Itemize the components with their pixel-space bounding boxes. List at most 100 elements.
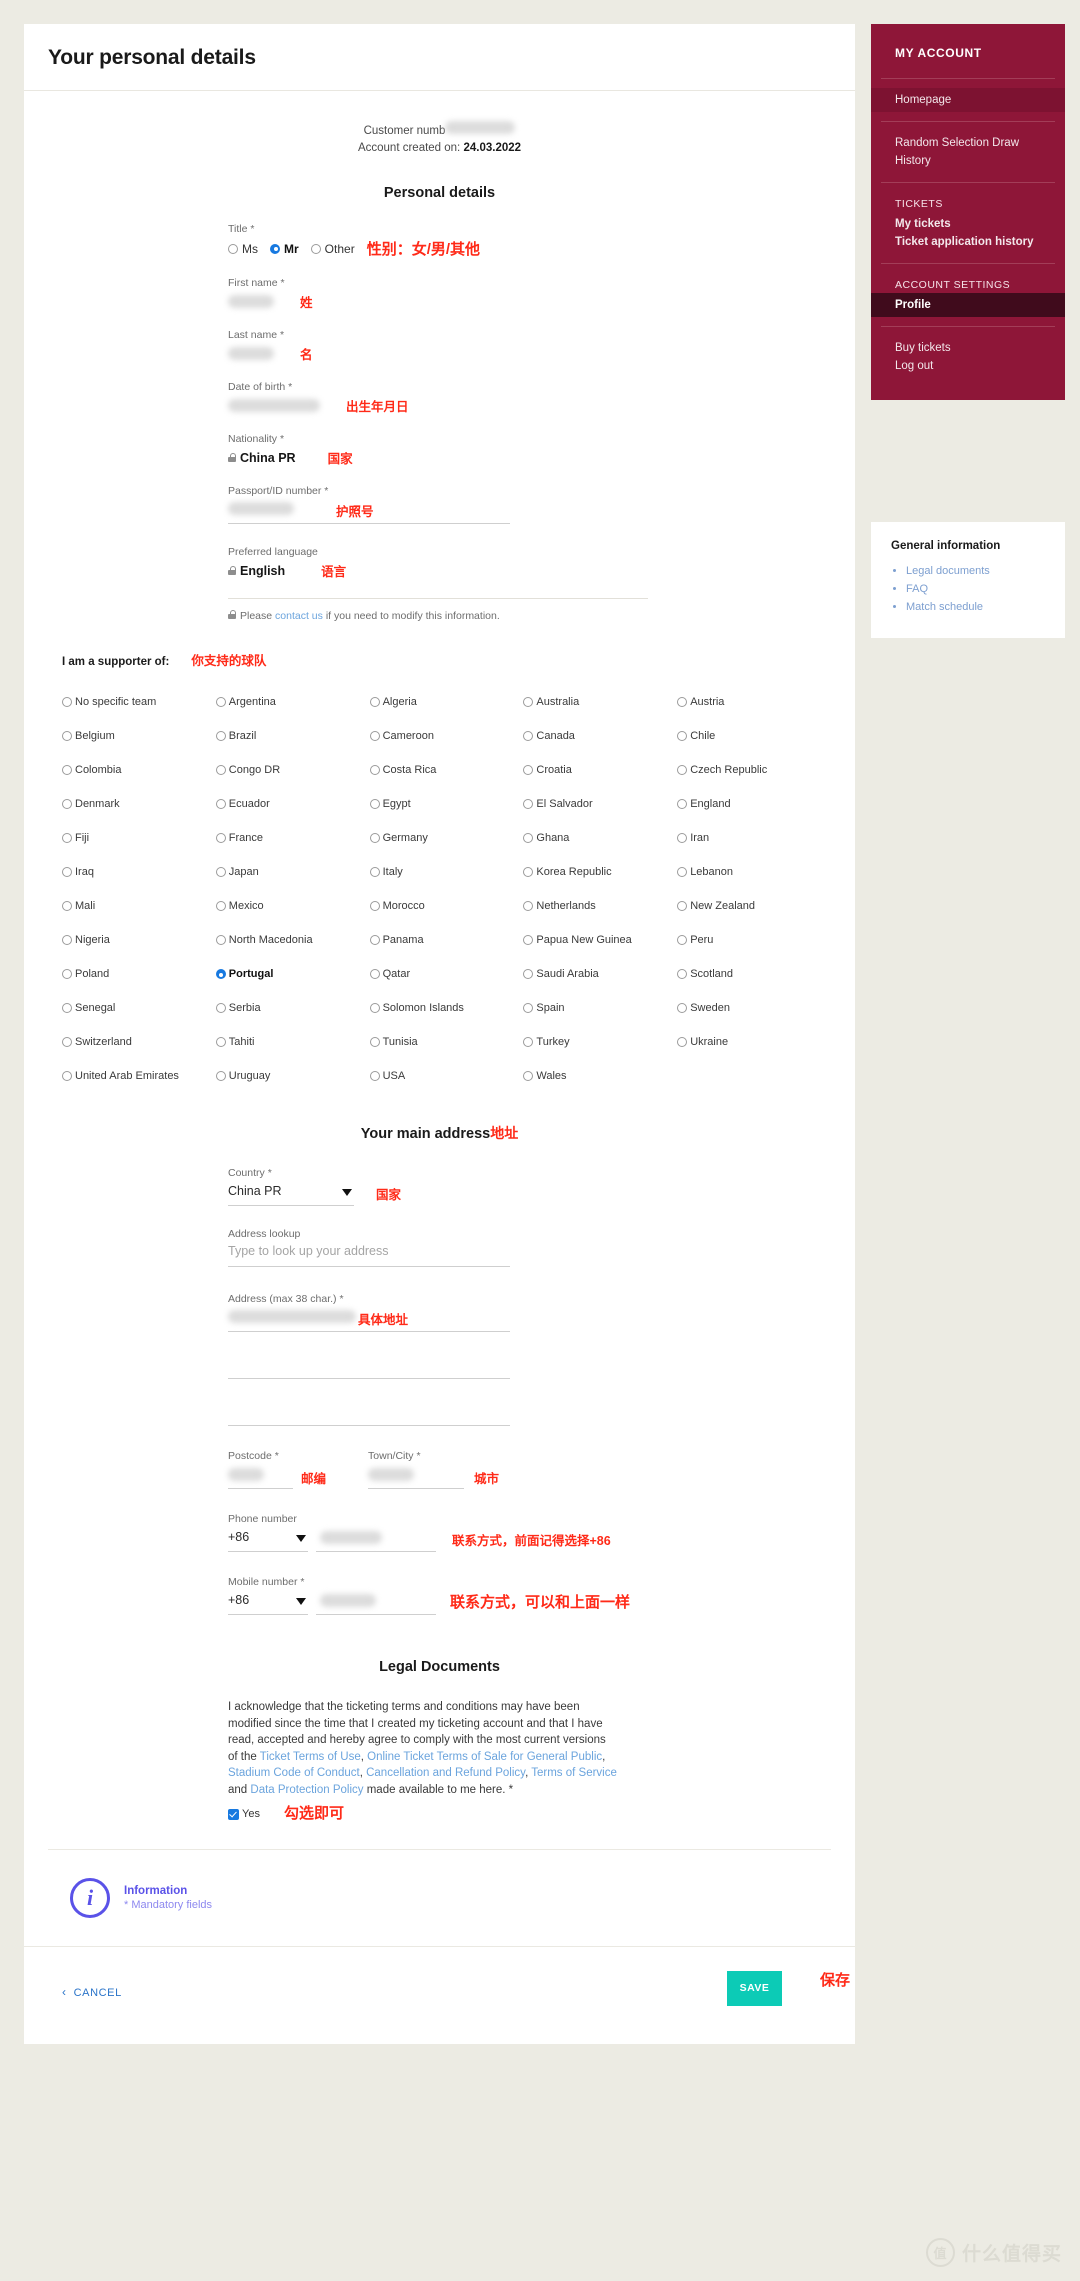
radio-team-canada[interactable] bbox=[523, 731, 534, 741]
phone-number-input[interactable] bbox=[316, 1528, 436, 1552]
radio-team-no-specific-team[interactable] bbox=[62, 697, 72, 707]
team-option-tahiti[interactable]: Tahiti bbox=[215, 1025, 370, 1059]
link-cancellation-refund-policy[interactable]: Cancellation and Refund Policy bbox=[366, 1767, 525, 1779]
team-option-germany[interactable]: Germany bbox=[369, 821, 524, 855]
chevron-down-icon[interactable] bbox=[342, 1189, 352, 1196]
radio-team-tunisia[interactable] bbox=[369, 1037, 380, 1047]
team-option-chile[interactable]: Chile bbox=[677, 719, 831, 753]
link-ticket-terms-of-use[interactable]: Ticket Terms of Use bbox=[260, 1751, 361, 1763]
radio-team-iran[interactable] bbox=[677, 833, 688, 843]
radio-team-belgium[interactable] bbox=[62, 731, 72, 741]
sidebar-item-draw-history[interactable]: History bbox=[871, 155, 1065, 173]
team-option-wales[interactable]: Wales bbox=[523, 1059, 677, 1093]
radio-team-united-arab-emirates[interactable] bbox=[62, 1071, 72, 1081]
chevron-down-icon[interactable] bbox=[296, 1598, 306, 1605]
mobile-prefix-select[interactable]: +86 bbox=[228, 1591, 308, 1615]
team-option-france[interactable]: France bbox=[215, 821, 370, 855]
radio-team-denmark[interactable] bbox=[62, 799, 72, 809]
radio-team-papua-new-guinea[interactable] bbox=[523, 935, 534, 945]
radio-team-lebanon[interactable] bbox=[677, 867, 688, 877]
radio-team-congo-dr[interactable] bbox=[215, 765, 226, 775]
team-option-iran[interactable]: Iran bbox=[677, 821, 831, 855]
radio-team-el-salvador[interactable] bbox=[523, 799, 534, 809]
radio-team-england[interactable] bbox=[677, 799, 688, 809]
sidebar-item-log-out[interactable]: Log out bbox=[871, 360, 1065, 378]
team-option-scotland[interactable]: Scotland bbox=[677, 957, 831, 991]
radio-team-new-zealand[interactable] bbox=[677, 901, 688, 911]
title-option-other[interactable]: Other bbox=[325, 242, 355, 256]
radio-team-solomon-islands[interactable] bbox=[369, 1003, 380, 1013]
radio-team-scotland[interactable] bbox=[677, 969, 688, 979]
team-option-usa[interactable]: USA bbox=[369, 1059, 524, 1093]
team-option-argentina[interactable]: Argentina bbox=[215, 685, 370, 719]
team-option-croatia[interactable]: Croatia bbox=[523, 753, 677, 787]
radio-team-saudi-arabia[interactable] bbox=[523, 969, 534, 979]
team-option-tunisia[interactable]: Tunisia bbox=[369, 1025, 524, 1059]
radio-team-portugal[interactable] bbox=[215, 969, 226, 979]
general-information-item[interactable]: Legal documents bbox=[906, 562, 1045, 580]
address-lookup-input[interactable]: Type to look up your address bbox=[228, 1243, 510, 1267]
team-option-peru[interactable]: Peru bbox=[677, 923, 831, 957]
team-option-switzerland[interactable]: Switzerland bbox=[62, 1025, 216, 1059]
team-option-saudi-arabia[interactable]: Saudi Arabia bbox=[523, 957, 677, 991]
radio-team-tahiti[interactable] bbox=[215, 1037, 226, 1047]
title-option-mr[interactable]: Mr bbox=[284, 242, 299, 256]
country-select[interactable]: China PR bbox=[228, 1182, 354, 1206]
team-option-senegal[interactable]: Senegal bbox=[62, 991, 216, 1025]
team-option-congo-dr[interactable]: Congo DR bbox=[215, 753, 370, 787]
team-option-sweden[interactable]: Sweden bbox=[677, 991, 831, 1025]
radio-team-usa[interactable] bbox=[369, 1071, 380, 1081]
address-line-2-input[interactable] bbox=[228, 1355, 510, 1379]
city-input[interactable] bbox=[368, 1465, 465, 1489]
team-option-algeria[interactable]: Algeria bbox=[369, 685, 524, 719]
radio-team-serbia[interactable] bbox=[215, 1003, 226, 1013]
team-option-brazil[interactable]: Brazil bbox=[215, 719, 370, 753]
link-terms-of-service[interactable]: Terms of Service bbox=[531, 1767, 617, 1779]
radio-team-austria[interactable] bbox=[677, 697, 688, 707]
team-option-north-macedonia[interactable]: North Macedonia bbox=[215, 923, 370, 957]
radio-team-switzerland[interactable] bbox=[62, 1037, 72, 1047]
team-option-morocco[interactable]: Morocco bbox=[369, 889, 524, 923]
radio-team-netherlands[interactable] bbox=[523, 901, 534, 911]
link-data-protection-policy[interactable]: Data Protection Policy bbox=[250, 1784, 363, 1796]
radio-team-wales[interactable] bbox=[523, 1071, 534, 1081]
team-option-egypt[interactable]: Egypt bbox=[369, 787, 524, 821]
team-option-spain[interactable]: Spain bbox=[523, 991, 677, 1025]
first-name-input[interactable] bbox=[228, 295, 274, 308]
team-option-denmark[interactable]: Denmark bbox=[62, 787, 216, 821]
team-option-poland[interactable]: Poland bbox=[62, 957, 216, 991]
title-radio-group[interactable]: Ms Mr Other 性别：女/男/其他 bbox=[228, 238, 648, 259]
mobile-number-input[interactable] bbox=[316, 1591, 436, 1615]
team-option-turkey[interactable]: Turkey bbox=[523, 1025, 677, 1059]
team-option-italy[interactable]: Italy bbox=[369, 855, 524, 889]
radio-team-algeria[interactable] bbox=[369, 697, 380, 707]
team-option-korea-republic[interactable]: Korea Republic bbox=[523, 855, 677, 889]
team-option-papua-new-guinea[interactable]: Papua New Guinea bbox=[523, 923, 677, 957]
radio-title-ms[interactable] bbox=[228, 243, 238, 254]
team-option-lebanon[interactable]: Lebanon bbox=[677, 855, 831, 889]
team-option-canada[interactable]: Canada bbox=[523, 719, 677, 753]
radio-team-argentina[interactable] bbox=[215, 697, 226, 707]
radio-team-north-macedonia[interactable] bbox=[215, 935, 226, 945]
team-option-solomon-islands[interactable]: Solomon Islands bbox=[369, 991, 524, 1025]
last-name-input[interactable] bbox=[228, 347, 274, 360]
sidebar-item-my-tickets[interactable]: My tickets bbox=[871, 212, 1065, 236]
team-option-ghana[interactable]: Ghana bbox=[523, 821, 677, 855]
team-option-costa-rica[interactable]: Costa Rica bbox=[369, 753, 524, 787]
team-option-qatar[interactable]: Qatar bbox=[369, 957, 524, 991]
team-option-england[interactable]: England bbox=[677, 787, 831, 821]
radio-team-spain[interactable] bbox=[523, 1003, 534, 1013]
radio-team-uruguay[interactable] bbox=[215, 1071, 226, 1081]
radio-team-egypt[interactable] bbox=[369, 799, 380, 809]
team-option-mexico[interactable]: Mexico bbox=[215, 889, 370, 923]
team-option-panama[interactable]: Panama bbox=[369, 923, 524, 957]
team-option-fiji[interactable]: Fiji bbox=[62, 821, 216, 855]
general-information-item[interactable]: Match schedule bbox=[906, 598, 1045, 616]
radio-team-mexico[interactable] bbox=[215, 901, 226, 911]
team-option-iraq[interactable]: Iraq bbox=[62, 855, 216, 889]
radio-team-ghana[interactable] bbox=[523, 833, 534, 843]
team-option-mali[interactable]: Mali bbox=[62, 889, 216, 923]
title-option-ms[interactable]: Ms bbox=[242, 242, 258, 256]
radio-title-other[interactable] bbox=[310, 243, 321, 254]
radio-team-nigeria[interactable] bbox=[62, 935, 72, 945]
